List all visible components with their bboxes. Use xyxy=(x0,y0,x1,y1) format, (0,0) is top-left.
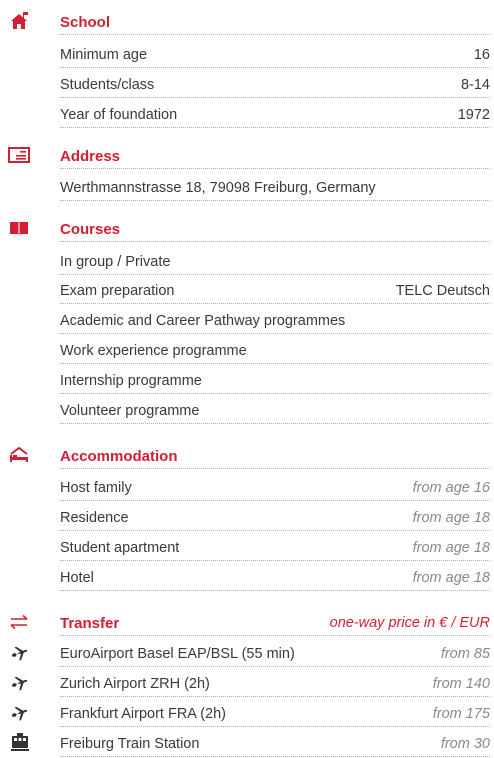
address-text: Werthmannstrasse 18, 79098 Freiburg, Ger… xyxy=(60,180,376,196)
address-header: Address xyxy=(60,144,490,169)
list-item: Academic and Career Pathway programmes xyxy=(60,309,490,334)
list-item: Minimum age 16 xyxy=(60,43,490,68)
row-label: Volunteer programme xyxy=(60,403,200,419)
school-header: School xyxy=(60,10,490,35)
row-label: Student apartment xyxy=(60,540,180,556)
list-item: Residence from age 18 xyxy=(60,506,490,531)
plane-icon xyxy=(10,704,30,724)
list-item: Students/class 8-14 xyxy=(60,73,490,98)
row-label: Academic and Career Pathway programmes xyxy=(60,313,346,329)
row-value: 1972 xyxy=(457,107,490,123)
row-value: from 140 xyxy=(432,676,490,692)
row-label: Freiburg Train Station xyxy=(60,736,200,752)
row-label: EuroAirport Basel EAP/BSL (55 min) xyxy=(60,646,295,662)
row-value: from 30 xyxy=(440,736,490,752)
list-item: Freiburg Train Station from 30 xyxy=(60,732,490,757)
row-value: from age 18 xyxy=(412,510,490,526)
list-item: EuroAirport Basel EAP/BSL (55 min) from … xyxy=(60,642,490,667)
row-value: from 175 xyxy=(432,706,490,722)
row-label: Minimum age xyxy=(60,47,148,63)
book-icon xyxy=(8,217,30,239)
list-item: Zurich Airport ZRH (2h) from 140 xyxy=(60,672,490,697)
list-item: Year of foundation 1972 xyxy=(60,103,490,128)
section-title: Transfer xyxy=(60,614,120,632)
list-item: Work experience programme xyxy=(60,339,490,364)
list-item: Student apartment from age 18 xyxy=(60,536,490,561)
row-value: from age 18 xyxy=(412,570,490,586)
list-item: Werthmannstrasse 18, 79098 Freiburg, Ger… xyxy=(60,176,490,201)
row-label: Work experience programme xyxy=(60,343,247,359)
row-value: 8-14 xyxy=(460,77,490,93)
row-label: Year of foundation xyxy=(60,107,178,123)
house-icon xyxy=(8,10,30,32)
list-item: Frankfurt Airport FRA (2h) from 175 xyxy=(60,702,490,727)
bed-icon xyxy=(8,444,30,466)
envelope-icon xyxy=(8,144,30,166)
row-label: Internship programme xyxy=(60,373,202,389)
row-label: Host family xyxy=(60,480,132,496)
accommodation-header: Accommodation xyxy=(60,444,490,469)
row-label: In group / Private xyxy=(60,254,171,270)
list-item: Exam preparation TELC Deutsch xyxy=(60,279,490,304)
row-label: Frankfurt Airport FRA (2h) xyxy=(60,706,226,722)
row-value: 16 xyxy=(473,47,490,63)
plane-icon xyxy=(10,674,30,694)
section-title: School xyxy=(60,13,111,31)
arrows-icon xyxy=(8,611,30,633)
list-item: Internship programme xyxy=(60,369,490,394)
plane-icon xyxy=(10,644,30,664)
row-value: from age 16 xyxy=(412,480,490,496)
list-item: In group / Private xyxy=(60,250,490,275)
row-value: from age 18 xyxy=(412,540,490,556)
list-item: Host family from age 16 xyxy=(60,476,490,501)
section-title: Courses xyxy=(60,220,121,238)
row-label: Exam preparation xyxy=(60,283,175,299)
row-label: Residence xyxy=(60,510,129,526)
transfer-header: Transfer one-way price in € / EUR xyxy=(60,611,490,636)
list-item: Volunteer programme xyxy=(60,399,490,424)
row-value: TELC Deutsch xyxy=(395,283,490,299)
train-icon xyxy=(10,732,30,752)
list-item: Hotel from age 18 xyxy=(60,566,490,591)
row-value: from 85 xyxy=(440,646,490,662)
row-label: Zurich Airport ZRH (2h) xyxy=(60,676,210,692)
row-label: Students/class xyxy=(60,77,155,93)
section-title: Accommodation xyxy=(60,447,178,465)
row-label: Hotel xyxy=(60,570,94,586)
school-facts-sheet: School Minimum age 16 Students/class 8-1… xyxy=(0,0,494,758)
section-title: Address xyxy=(60,147,121,165)
price-note: one-way price in € / EUR xyxy=(329,615,490,631)
courses-header: Courses xyxy=(60,217,490,242)
